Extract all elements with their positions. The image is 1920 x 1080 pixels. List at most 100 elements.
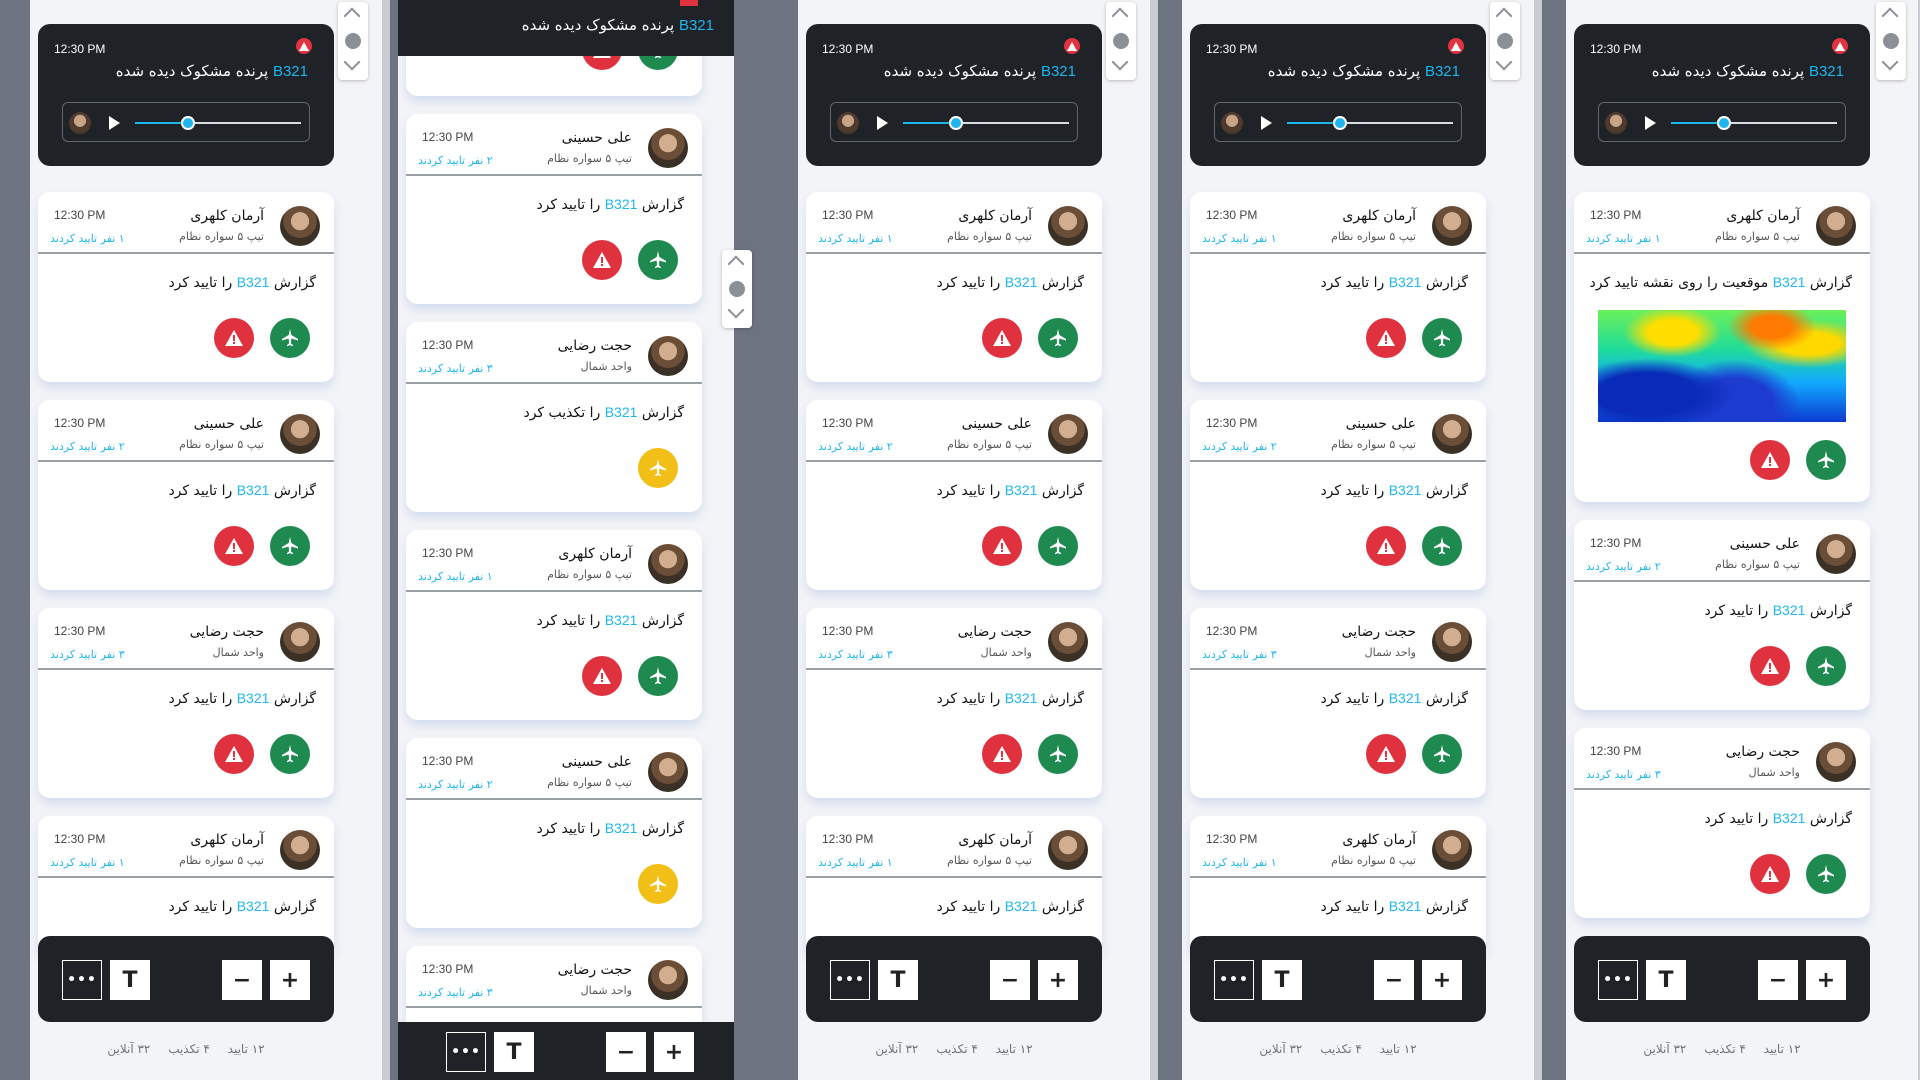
- approve-button[interactable]: [1422, 734, 1462, 774]
- confirm-count[interactable]: ۳ نفر تایید کردند: [1586, 768, 1661, 781]
- approve-button[interactable]: [638, 448, 678, 488]
- scroll-position-dot[interactable]: [1497, 33, 1513, 49]
- approve-button[interactable]: [1806, 646, 1846, 686]
- audio-progress-bar[interactable]: [1671, 116, 1837, 130]
- approve-button[interactable]: [1806, 854, 1846, 894]
- scroll-position-dot[interactable]: [729, 281, 745, 297]
- scroll-control[interactable]: [1876, 2, 1906, 80]
- reject-button[interactable]: [582, 240, 622, 280]
- reject-button[interactable]: [214, 734, 254, 774]
- more-button[interactable]: •••: [62, 960, 102, 1000]
- play-icon[interactable]: [1645, 116, 1656, 130]
- play-icon[interactable]: [109, 116, 120, 130]
- chevron-up-icon[interactable]: [1881, 7, 1899, 25]
- reject-button[interactable]: [1750, 440, 1790, 480]
- zoom-out-button[interactable]: −: [1758, 960, 1798, 1000]
- approve-button[interactable]: [638, 656, 678, 696]
- confirm-count[interactable]: ۳ نفر تایید کردند: [50, 648, 125, 661]
- confirm-count[interactable]: ۱ نفر تایید کردند: [418, 570, 493, 583]
- reject-button[interactable]: [982, 318, 1022, 358]
- approve-button[interactable]: [1422, 526, 1462, 566]
- confirm-count[interactable]: ۲ نفر تایید کردند: [50, 440, 125, 453]
- text-tool-button[interactable]: T: [110, 960, 150, 1000]
- confirm-count[interactable]: ۳ نفر تایید کردند: [1202, 648, 1277, 661]
- confirm-count[interactable]: ۲ نفر تایید کردند: [818, 440, 893, 453]
- reject-button[interactable]: [982, 526, 1022, 566]
- zoom-in-button[interactable]: +: [1038, 960, 1078, 1000]
- scroll-position-dot[interactable]: [1883, 33, 1899, 49]
- reject-button[interactable]: [1366, 526, 1406, 566]
- zoom-out-button[interactable]: −: [222, 960, 262, 1000]
- text-tool-button[interactable]: T: [494, 1032, 534, 1072]
- scroll-position-dot[interactable]: [1113, 33, 1129, 49]
- audio-player[interactable]: [62, 102, 310, 142]
- reject-button[interactable]: [1750, 854, 1790, 894]
- confirm-count[interactable]: ۲ نفر تایید کردند: [1202, 440, 1277, 453]
- chevron-down-icon[interactable]: [1495, 53, 1513, 71]
- approve-button[interactable]: [1422, 318, 1462, 358]
- chevron-up-icon[interactable]: [727, 255, 745, 273]
- reject-button[interactable]: [1366, 734, 1406, 774]
- zoom-in-button[interactable]: +: [654, 1032, 694, 1072]
- reject-button[interactable]: [214, 318, 254, 358]
- play-icon[interactable]: [1261, 116, 1272, 130]
- scroll-control[interactable]: [1490, 2, 1520, 80]
- zoom-in-button[interactable]: +: [1422, 960, 1462, 1000]
- approve-button[interactable]: [270, 318, 310, 358]
- scroll-control[interactable]: [722, 250, 752, 328]
- chevron-up-icon[interactable]: [1495, 7, 1513, 25]
- more-button[interactable]: •••: [830, 960, 870, 1000]
- audio-progress-bar[interactable]: [1287, 116, 1453, 130]
- more-button[interactable]: •••: [446, 1032, 486, 1072]
- text-tool-button[interactable]: T: [1262, 960, 1302, 1000]
- more-button[interactable]: •••: [1214, 960, 1254, 1000]
- confirm-count[interactable]: ۲ نفر تایید کردند: [1586, 560, 1661, 573]
- confirm-count[interactable]: ۱ نفر تایید کردند: [50, 856, 125, 869]
- reject-button[interactable]: [214, 526, 254, 566]
- zoom-in-button[interactable]: +: [1806, 960, 1846, 1000]
- scroll-control[interactable]: [1106, 2, 1136, 80]
- confirm-count[interactable]: ۳ نفر تایید کردند: [418, 986, 493, 999]
- approve-button[interactable]: [1806, 440, 1846, 480]
- more-button[interactable]: •••: [1598, 960, 1638, 1000]
- audio-progress-bar[interactable]: [135, 116, 301, 130]
- text-tool-button[interactable]: T: [878, 960, 918, 1000]
- confirm-count[interactable]: ۱ نفر تایید کردند: [818, 232, 893, 245]
- approve-button[interactable]: [270, 526, 310, 566]
- audio-player[interactable]: [1214, 102, 1462, 142]
- reject-button[interactable]: [1750, 646, 1790, 686]
- approve-button[interactable]: [638, 240, 678, 280]
- map-heatmap-image[interactable]: [1598, 310, 1846, 422]
- reject-button[interactable]: [1366, 318, 1406, 358]
- audio-progress-bar[interactable]: [903, 116, 1069, 130]
- confirm-count[interactable]: ۱ نفر تایید کردند: [50, 232, 125, 245]
- approve-button[interactable]: [638, 864, 678, 904]
- confirm-count[interactable]: ۳ نفر تایید کردند: [818, 648, 893, 661]
- approve-button[interactable]: [270, 734, 310, 774]
- chevron-down-icon[interactable]: [343, 53, 361, 71]
- reject-button[interactable]: [982, 734, 1022, 774]
- confirm-count[interactable]: ۱ نفر تایید کردند: [818, 856, 893, 869]
- scroll-position-dot[interactable]: [345, 33, 361, 49]
- zoom-out-button[interactable]: −: [990, 960, 1030, 1000]
- audio-player[interactable]: [1598, 102, 1846, 142]
- scroll-control[interactable]: [338, 2, 368, 80]
- approve-button[interactable]: [1038, 526, 1078, 566]
- reject-button[interactable]: [582, 656, 622, 696]
- audio-progress-knob[interactable]: [1717, 116, 1732, 130]
- zoom-out-button[interactable]: −: [606, 1032, 646, 1072]
- audio-player[interactable]: [830, 102, 1078, 142]
- confirm-count[interactable]: ۱ نفر تایید کردند: [1202, 856, 1277, 869]
- confirm-count[interactable]: ۲ نفر تایید کردند: [418, 154, 493, 167]
- chevron-down-icon[interactable]: [1881, 53, 1899, 71]
- confirm-count[interactable]: ۱ نفر تایید کردند: [1202, 232, 1277, 245]
- chevron-up-icon[interactable]: [1111, 7, 1129, 25]
- chevron-down-icon[interactable]: [1111, 53, 1129, 71]
- confirm-count[interactable]: ۳ نفر تایید کردند: [418, 362, 493, 375]
- chevron-up-icon[interactable]: [343, 7, 361, 25]
- audio-progress-knob[interactable]: [949, 116, 964, 130]
- audio-progress-knob[interactable]: [181, 116, 196, 130]
- chevron-down-icon[interactable]: [727, 301, 745, 319]
- play-icon[interactable]: [877, 116, 888, 130]
- approve-button[interactable]: [1038, 318, 1078, 358]
